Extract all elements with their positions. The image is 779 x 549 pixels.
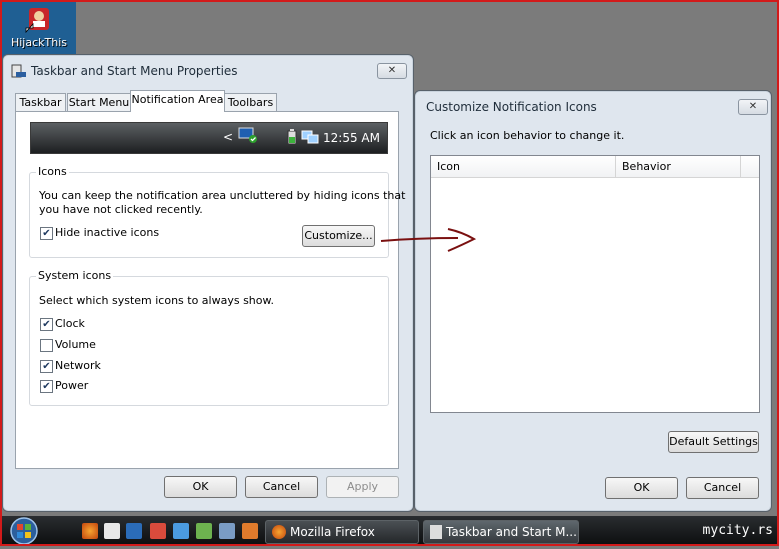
customize-instruction: Click an icon behavior to change it. [430,129,625,142]
icon-behavior-list[interactable]: Icon Behavior [430,155,760,413]
customize-titlebar[interactable]: Customize Notification Icons ✕ [415,91,771,119]
icons-description-line2: you have not clicked recently. [39,203,203,216]
customize-ok-button[interactable]: OK [605,477,678,499]
desktop-area: HijackThis [0,0,76,62]
windows-start-orb-icon [10,517,38,545]
close-icon: ✕ [387,65,397,76]
app-quicklaunch-icon-4[interactable] [219,523,235,539]
column-behavior[interactable]: Behavior [616,156,741,177]
taskbar-properties-window: Taskbar and Start Menu Properties ✕ Task… [2,54,414,512]
checkmark-icon: ✔ [42,381,51,392]
firefox-quicklaunch-icon[interactable] [82,523,98,539]
taskbar-preview: < 12:55 AM [30,122,388,154]
network-icon [301,128,319,149]
window-title: Taskbar and Start Menu Properties [31,64,238,78]
app-quicklaunch-icon-2[interactable] [173,523,189,539]
annotation-arrow [380,228,477,252]
default-settings-button[interactable]: Default Settings [668,431,759,453]
desktop-quicklaunch-icon[interactable] [126,523,142,539]
customize-cancel-button[interactable]: Cancel [686,477,759,499]
customize-button[interactable]: Customize... [302,225,375,247]
network-checkbox[interactable]: ✔ [40,360,53,373]
volume-label[interactable]: Volume [55,338,96,351]
checkmark-icon: ✔ [42,361,51,372]
hide-inactive-label[interactable]: Hide inactive icons [55,226,159,239]
checkmark-icon: ✔ [42,228,51,239]
checkmark-icon: ✔ [42,319,51,330]
app-quicklaunch-icon-3[interactable] [196,523,212,539]
customize-notification-icons-window: Customize Notification Icons ✕ Click an … [414,90,772,512]
volume-checkbox[interactable] [40,339,53,352]
tab-toolbars[interactable]: Toolbars [224,93,277,112]
tab-notification-area[interactable]: Notification Area [130,90,225,112]
customize-title: Customize Notification Icons [426,100,597,114]
window-app-icon [11,63,27,82]
list-header: Icon Behavior [431,156,759,178]
system-icons-group: System icons Select which system icons t… [29,269,389,406]
task-label: Mozilla Firefox [290,525,375,539]
clock-checkbox[interactable]: ✔ [40,318,53,331]
close-button[interactable]: ✕ [377,63,407,79]
system-icons-group-title: System icons [36,269,114,282]
windows-taskbar: Mozilla Firefox Taskbar and Start M... m… [0,516,779,546]
hijackthis-icon [24,4,54,34]
notepad-quicklaunch-icon[interactable] [104,523,120,539]
tab-taskbar[interactable]: Taskbar [15,93,66,112]
app-quicklaunch-icon-5[interactable] [242,523,258,539]
app-quicklaunch-icon-1[interactable] [150,523,166,539]
properties-icon [430,525,442,539]
taskbar-item-properties[interactable]: Taskbar and Start M... [423,520,579,544]
preview-chevron: < [223,130,234,144]
task-label: Taskbar and Start M... [446,525,577,539]
hide-inactive-checkbox[interactable]: ✔ [40,227,53,240]
ok-button[interactable]: OK [164,476,237,498]
power-label[interactable]: Power [55,379,88,392]
clock-label[interactable]: Clock [55,317,85,330]
tab-start-menu[interactable]: Start Menu [67,93,131,112]
network-label[interactable]: Network [55,359,101,372]
preview-clock: 12:55 AM [323,131,380,145]
firefox-icon [272,525,286,539]
apply-button[interactable]: Apply [326,476,399,498]
close-icon: ✕ [748,101,758,112]
desktop-icon-hijackthis[interactable]: HijackThis [6,4,72,49]
power-checkbox[interactable]: ✔ [40,380,53,393]
taskbar-item-firefox[interactable]: Mozilla Firefox [265,520,419,544]
watermark: mycity.rs [702,523,773,538]
start-button[interactable] [6,516,46,546]
battery-icon [287,129,297,148]
column-icon[interactable]: Icon [431,156,616,177]
cancel-button[interactable]: Cancel [245,476,318,498]
icons-description-line1: You can keep the notification area unclu… [39,189,406,202]
desktop-icon-label: HijackThis [10,36,68,49]
icons-group-title: Icons [36,165,69,178]
system-icons-description: Select which system icons to always show… [39,294,274,307]
notification-area-panel: < 12:55 AM Icons You can keep the notifi… [15,111,405,469]
customize-close-button[interactable]: ✕ [738,99,768,115]
window-titlebar[interactable]: Taskbar and Start Menu Properties ✕ [3,55,413,83]
monitor-icon [237,126,259,147]
icons-group: Icons You can keep the notification area… [29,165,405,258]
